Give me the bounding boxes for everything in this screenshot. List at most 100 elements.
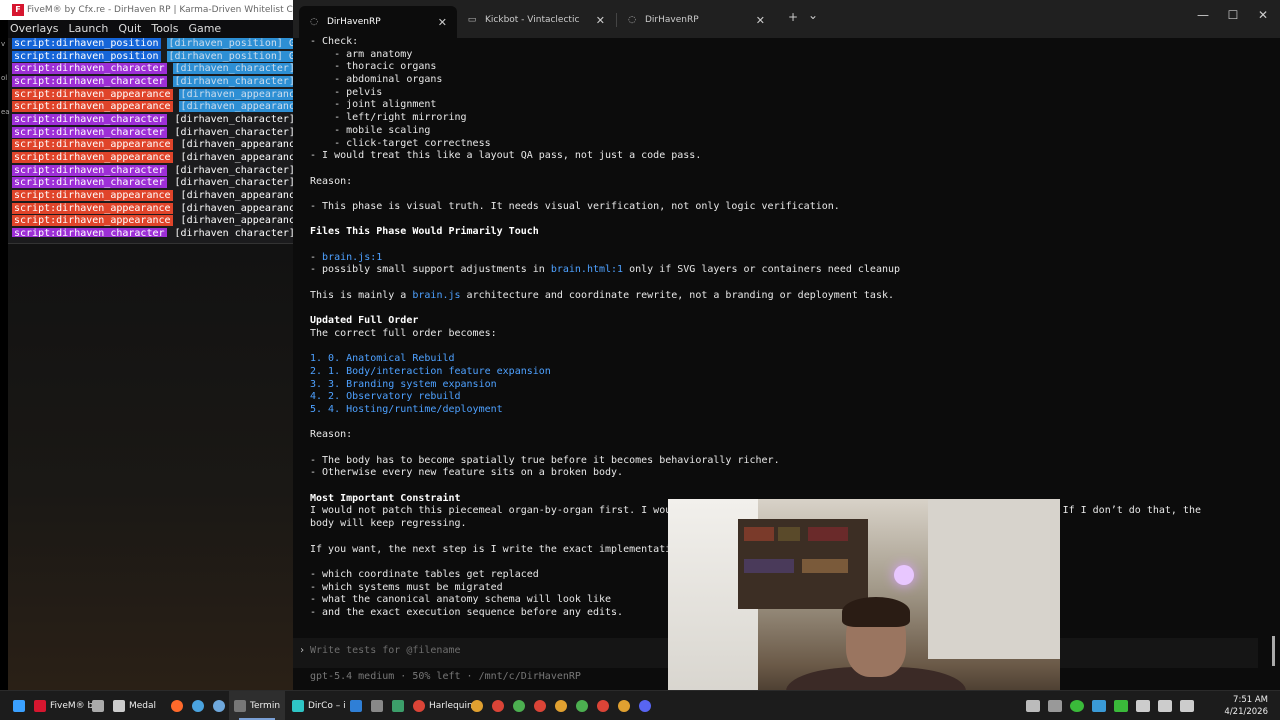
terminal-text: If you want, the next step is I write th… [310,543,672,555]
chrome-icon [618,700,630,712]
fivem-titlebar[interactable]: F FiveM® by Cfx.re - DirHaven RP | Karma… [0,0,293,20]
terminal-text: - Check: [310,36,359,47]
maximize-button[interactable]: ☐ [1218,8,1248,22]
menu-item-game[interactable]: Game [188,20,221,38]
log-tag: script:dirhaven_character [12,228,167,237]
tab-list-chevron-icon[interactable]: ⌄ [808,8,818,22]
model-status-line: gpt-5.4 medium · 50% left · /mnt/c/DirHa… [310,671,581,682]
terminal-line: - abdominal organs [310,74,1280,87]
terminal-line: 1. 0. Anatomical Rebuild [310,353,1280,366]
log-row: script:dirhaven_position [dirhaven_positi… [12,37,293,50]
tab-label: DirHavenRP [327,17,381,27]
steam-icon [213,700,225,712]
tab-dirhavenrp-2[interactable]: ◌ DirHavenRP ✕ [617,8,775,32]
network-icon[interactable] [1158,700,1172,712]
terminal-text: Reason: [310,175,353,187]
menu-item-quit[interactable]: Quit [118,20,141,38]
log-row: script:dirhaven_appearance [dirhaven_appe… [12,88,293,101]
terminal-line: Reason: [310,429,1280,442]
close-tab-icon[interactable]: ✕ [438,16,447,29]
menu-item-launch[interactable]: Launch [69,20,109,38]
terminal-text: - The body has to become spatially true … [310,454,780,466]
webcam-overlay [668,499,1060,720]
terminal-line: Reason: [310,176,1280,189]
log-row: script:dirhaven_appearance [dirhaven_appe… [12,139,293,152]
taskbar-clock[interactable]: 7:51 AM 4/21/2026 [1224,694,1268,718]
log-tag: script:dirhaven_character [12,126,167,138]
section-heading: Updated Full Order [310,315,419,327]
tab-dirhavenrp-active[interactable]: ◌ DirHavenRP ✕ [299,6,457,38]
log-message: [dirhaven_position] G [166,37,293,49]
terminal-text: Reason: [310,429,353,441]
file-link[interactable]: 5. 4. Hosting/runtime/deployment [310,404,503,415]
terminal-line: Updated Full Order [310,315,1280,328]
edge-icon [292,700,304,712]
file-link[interactable]: brain.js [412,290,460,301]
new-tab-button[interactable]: + [788,10,798,24]
log-tag: script:dirhaven_appearance [12,215,173,227]
close-tab-icon[interactable]: ✕ [596,14,605,27]
file-link[interactable]: 2. 1. Body/interaction feature expansion [310,366,551,377]
log-row: script:dirhaven_character [dirhaven_chara… [12,126,293,139]
terminal-line: This is mainly a brain.js architecture a… [310,290,1280,303]
log-row: script:dirhaven_character [dirhaven_chara… [12,62,293,75]
menu-item-overlays[interactable]: Overlays [10,20,59,38]
close-window-button[interactable]: ✕ [1248,8,1278,22]
scrollbar-thumb[interactable] [1272,636,1275,666]
terminal-line: - mobile scaling [310,125,1280,138]
app-icon [392,700,404,712]
terminal-icon [234,700,246,712]
log-row: script:dirhaven_appearance [dirhaven_appe… [12,189,293,202]
log-message: [dirhaven_character] [174,228,293,237]
chevron-up-icon[interactable] [1026,700,1040,712]
menu-item-tools[interactable]: Tools [151,20,178,38]
log-message: [dirhaven_appearance [180,190,293,202]
file-link[interactable]: 1. 0. Anatomical Rebuild [310,353,455,364]
taskbar-terminal[interactable]: Termin [229,691,286,720]
log-message: [dirhaven_character] [174,126,293,138]
chrome-icon [492,700,504,712]
tab-kickbot[interactable]: ▭ Kickbot - Vintaclectic ✕ [457,8,615,32]
clock-date: 4/21/2026 [1224,707,1268,717]
microphone-icon[interactable] [1136,700,1150,712]
log-message: [dirhaven_appearance [178,101,293,113]
log-row: script:dirhaven_position [dirhaven_positi… [12,50,293,63]
fivem-window-title: FiveM® by Cfx.re - DirHaven RP | Karma-D… [27,5,293,15]
file-link[interactable]: 3. 3. Branding system expansion [310,379,497,390]
terminal-text: The correct full order becomes: [310,327,497,339]
prompt-chevron-icon: › [299,645,306,656]
terminal-text: - click-target correctness [310,137,491,149]
taskbar-medal[interactable]: Medal [108,691,161,720]
terminal-line: - left/right mirroring [310,112,1280,125]
app-icon [371,700,383,712]
terminal-text: - possibly small support adjustments in [310,264,551,276]
volume-icon[interactable] [1180,700,1194,712]
terminal-text: - left/right mirroring [310,112,467,124]
terminal-text: - mobile scaling [310,124,431,136]
file-link[interactable]: brain.js:1 [322,252,382,263]
close-tab-icon[interactable]: ✕ [756,14,765,27]
file-link[interactable]: brain.html:1 [551,264,623,275]
log-tag: script:dirhaven_character [12,177,167,189]
terminal-line: - Otherwise every new feature sits on a … [310,467,1280,480]
file-link[interactable]: 4. 2. Observatory rebuild [310,391,461,402]
terminal-line: - possibly small support adjustments in … [310,264,1280,277]
tray-app-icon[interactable] [1114,700,1128,712]
medal-icon [113,700,125,712]
terminal-text: - which systems must be migrated [310,581,503,593]
taskbar-discord[interactable] [634,691,660,720]
taskbar-edge[interactable]: DirCo – i [287,691,351,720]
tray-app-icon[interactable] [1092,700,1106,712]
log-tag: script:dirhaven_character [12,75,167,87]
log-row: script:dirhaven_character [dirhaven_chara… [12,164,293,177]
minimize-button[interactable]: — [1188,8,1218,22]
log-tag: script:dirhaven_position [12,37,161,49]
chrome-icon [471,700,483,712]
tray-app-icon[interactable] [1070,700,1084,712]
terminal-line: 4. 2. Observatory rebuild [310,391,1280,404]
tray-app-icon[interactable] [1048,700,1062,712]
terminal-line: - I would treat this like a layout QA pa… [310,150,1280,163]
chrome-icon [576,700,588,712]
